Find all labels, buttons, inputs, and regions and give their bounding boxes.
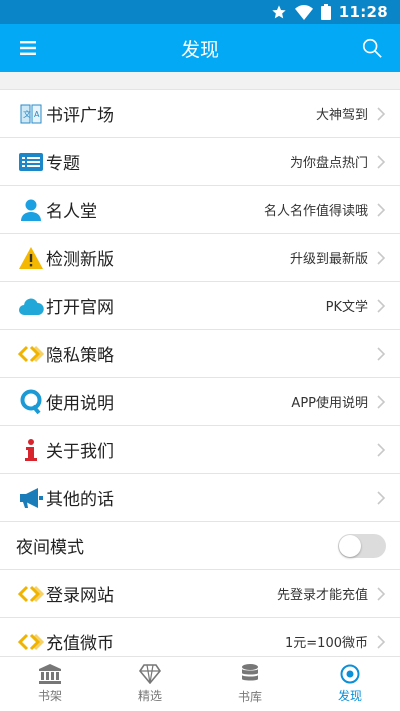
menu-item-label: 登录网站 (46, 586, 114, 606)
wifi-icon (294, 4, 313, 20)
discover-menu: 文A 书评广场 大神驾到 专题 为你盘点热门 名人堂 名人名作值得读哦 检测新版… (0, 89, 400, 666)
menu-item-value: 升级到最新版 (289, 252, 368, 267)
tab-bookshelf[interactable]: 书架 (0, 657, 100, 711)
book-review-icon: 文A (18, 101, 44, 127)
link-chain-icon (18, 341, 44, 367)
info-icon (18, 437, 44, 463)
target-icon (340, 664, 360, 684)
menu-item-label: 关于我们 (46, 442, 114, 462)
menu-item-topics[interactable]: 专题 为你盘点热门 (0, 138, 400, 186)
menu-item-instructions[interactable]: 使用说明 APP使用说明 (0, 378, 400, 426)
menu-item-label: 充值微币 (46, 634, 114, 654)
menu-item-value: 1元=100微币 (285, 636, 368, 651)
battery-icon (320, 4, 331, 20)
menu-item-label: 检测新版 (46, 250, 114, 270)
chevron-right-icon (377, 154, 386, 169)
menu-item-privacy-policy[interactable]: 隐私策略 (0, 330, 400, 378)
warning-icon (18, 245, 44, 271)
menu-item-value: PK文学 (325, 300, 368, 315)
status-bar: 11:28 (0, 0, 400, 24)
star-icon (272, 5, 286, 19)
tab-label: 书架 (37, 689, 62, 703)
chevron-right-icon (377, 442, 386, 457)
search-icon (362, 38, 382, 58)
chevron-right-icon (377, 586, 386, 601)
database-icon (242, 664, 258, 681)
megaphone-icon (18, 485, 44, 511)
tab-library[interactable]: 书库 (200, 657, 300, 711)
page-title: 发现 (180, 38, 219, 61)
night-mode-row: 夜间模式 (0, 522, 400, 570)
list-card-icon (18, 149, 44, 175)
menu-item-official-site[interactable]: 打开官网 PK文学 (0, 282, 400, 330)
q-letter-icon (18, 389, 44, 415)
menu-item-value: 大神驾到 (315, 108, 368, 123)
tab-discover[interactable]: 发现 (300, 657, 400, 711)
toggle-knob (339, 534, 361, 557)
chevron-right-icon (377, 394, 386, 409)
menu-item-label: 使用说明 (46, 394, 114, 414)
night-mode-label: 夜间模式 (16, 538, 84, 558)
bottom-tab-bar: 书架 精选 书库 发现 (0, 656, 400, 711)
chevron-right-icon (377, 202, 386, 217)
menu-item-value: 名人名作值得读哦 (263, 204, 368, 219)
chevron-right-icon (377, 346, 386, 361)
night-mode-toggle[interactable] (338, 533, 386, 558)
chevron-right-icon (377, 634, 386, 649)
menu-item-label: 隐私策略 (46, 346, 114, 366)
tab-featured[interactable]: 精选 (100, 657, 200, 711)
link-chain-icon (18, 581, 44, 607)
menu-item-label: 专题 (46, 154, 80, 174)
menu-item-book-review[interactable]: 文A 书评广场 大神驾到 (0, 90, 400, 138)
menu-item-label: 名人堂 (46, 202, 97, 222)
menu-item-other-words[interactable]: 其他的话 (0, 474, 400, 522)
tab-label: 精选 (137, 689, 162, 703)
person-icon (18, 197, 44, 223)
chevron-right-icon (377, 106, 386, 121)
spacer (0, 72, 400, 89)
clock: 11:28 (338, 3, 388, 21)
menu-item-value: APP使用说明 (291, 396, 368, 411)
menu-button[interactable] (14, 34, 42, 62)
app-bar: 发现 (0, 24, 400, 72)
svg-text:A: A (34, 110, 40, 119)
menu-item-value: 先登录才能充值 (276, 588, 368, 603)
menu-item-login-site[interactable]: 登录网站 先登录才能充值 (0, 570, 400, 618)
bank-icon (39, 664, 61, 684)
link-chain-icon (18, 629, 44, 655)
chevron-right-icon (377, 250, 386, 265)
chevron-right-icon (377, 490, 386, 505)
menu-item-label: 其他的话 (46, 490, 114, 510)
menu-item-value: 为你盘点热门 (289, 156, 368, 171)
diamond-icon (139, 664, 161, 684)
chevron-right-icon (377, 298, 386, 313)
menu-icon (20, 41, 36, 55)
search-button[interactable] (358, 34, 386, 62)
tab-label: 书库 (237, 690, 262, 704)
menu-item-label: 打开官网 (46, 298, 114, 318)
menu-item-hall-of-fame[interactable]: 名人堂 名人名作值得读哦 (0, 186, 400, 234)
svg-text:文: 文 (23, 109, 31, 119)
tab-label: 发现 (337, 689, 362, 703)
menu-item-label: 书评广场 (46, 106, 114, 126)
menu-item-check-update[interactable]: 检测新版 升级到最新版 (0, 234, 400, 282)
cloud-icon (18, 293, 44, 319)
menu-item-about-us[interactable]: 关于我们 (0, 426, 400, 474)
